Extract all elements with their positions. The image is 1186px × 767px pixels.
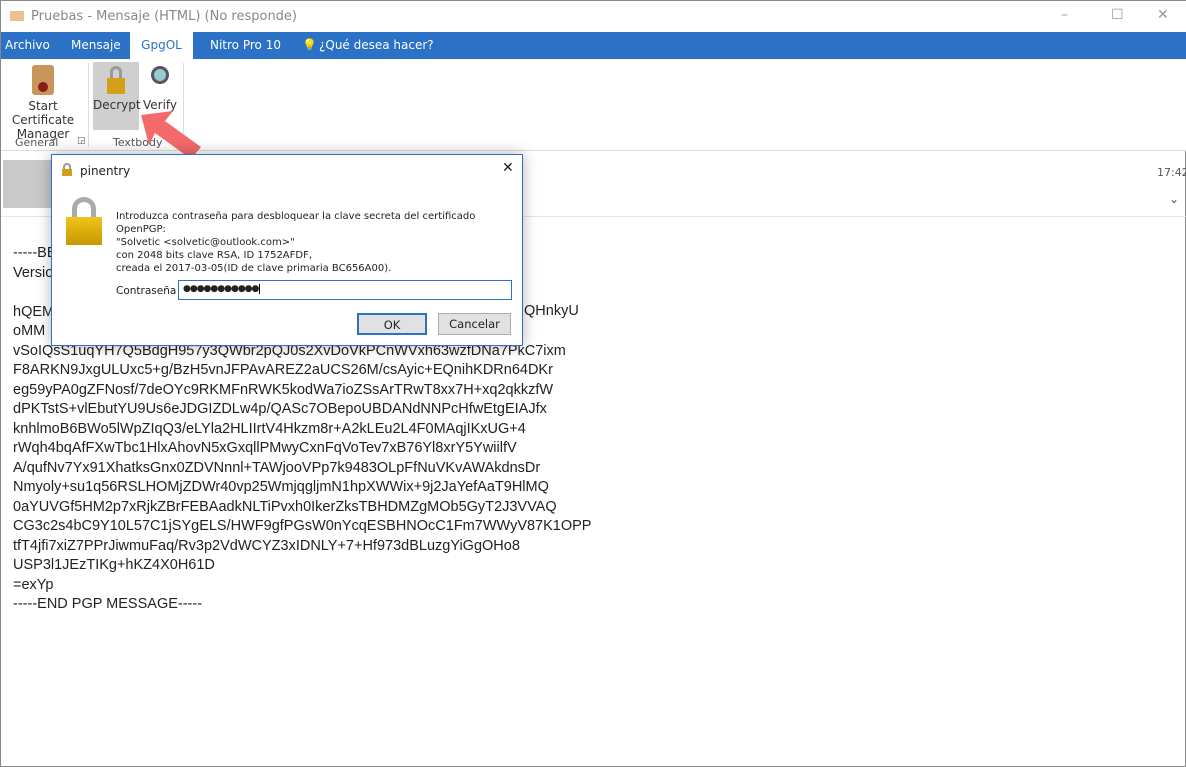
body-line: knhlmoB6BWo5lWpZIqQ3/eLYla2HLIIrtV4Hkzm8… — [13, 420, 526, 437]
large-padlock-icon — [66, 197, 102, 245]
body-line-tail: QHnkyU — [524, 303, 579, 319]
body-line: A/qufNv7Yx91XhatksGnx0ZDVNnnl+TAWjooVPp7… — [13, 459, 541, 476]
group-general-label: General — [15, 136, 59, 149]
tell-me-search[interactable]: ¿Qué desea hacer? — [319, 32, 434, 59]
avatar — [3, 160, 51, 208]
body-line: rWqh4bqAfFXwTbc1HlxAhovN5xGxqllPMwyCxnFq… — [13, 440, 517, 456]
ribbon-tabs: Archivo Mensaje GpgOL Nitro Pro 10 💡 ¿Qu… — [1, 32, 1186, 59]
magnifier-icon — [151, 66, 169, 84]
title-bar: Pruebas - Mensaje (HTML) (No responde) –… — [1, 1, 1186, 32]
password-value: ●●●●●●●●●●● — [183, 284, 259, 294]
close-button[interactable]: ✕ — [1157, 7, 1169, 23]
certificate-icon — [32, 65, 54, 95]
prompt-line: Introduzca contraseña para desbloquear l… — [116, 211, 476, 235]
body-line: F8ARKN9JxgULUxc5+g/BzH5vnJFPAvAREZ2aUCS2… — [13, 362, 553, 378]
body-line: tfT4jfi7xiZ7PPrJiwmuFaq/Rv3p2VdWCYZ3xIDN… — [13, 537, 520, 554]
mail-icon — [10, 11, 24, 21]
password-label: Contraseña — [116, 285, 177, 297]
dialog-close-button[interactable]: ✕ — [502, 160, 514, 176]
dialog-title: pinentry — [80, 164, 131, 178]
prompt-line: "Solvetic <solvetic@outlook.com>" — [116, 237, 295, 248]
maximize-button[interactable]: ☐ — [1111, 7, 1124, 23]
tab-archivo[interactable]: Archivo — [5, 32, 50, 59]
decrypt-button[interactable]: Decrypt — [93, 62, 141, 130]
password-input[interactable]: ●●●●●●●●●●● — [178, 280, 512, 300]
dialog-prompt: Introduzca contraseña para desbloquear l… — [116, 210, 522, 275]
tab-nitro[interactable]: Nitro Pro 10 — [210, 32, 281, 59]
cancel-button[interactable]: Cancelar — [438, 313, 511, 335]
body-line: CG3c2s4bC9Y10L57C1jSYgELS/HWF9gfPGsW0nYc… — [13, 518, 592, 534]
tab-gpgol[interactable]: GpgOL — [130, 32, 193, 59]
message-time: 17:42 — [1157, 166, 1186, 179]
tab-mensaje[interactable]: Mensaje — [71, 32, 121, 59]
window-title: Pruebas - Mensaje (HTML) (No responde) — [31, 9, 298, 24]
body-line: 0aYUVGf5HM2p7xRjkZBrFEBAadkNLTiPvxh0Iker… — [13, 498, 557, 515]
body-line: eg59yPA0gZFNosf/7deOYc9RKMFnRWK5kodWa7io… — [13, 381, 554, 398]
minimize-button[interactable]: – — [1061, 7, 1068, 23]
start-certificate-manager-button[interactable]: Start Certificate Manager — [1, 63, 85, 141]
dialog-launcher-icon[interactable]: ◲ — [77, 136, 86, 146]
pinentry-dialog: pinentry ✕ Introduzca contraseña para de… — [51, 154, 523, 346]
padlock-icon — [107, 66, 125, 94]
prompt-line: creada el 2017-03-05(ID de clave primari… — [116, 263, 392, 274]
body-line: dPKTstS+vlEbutYU9Us6eJDGIZDLw4p/QASc7OBe… — [13, 401, 547, 417]
ok-button[interactable]: OK — [357, 313, 427, 335]
padlock-icon — [62, 163, 72, 176]
verify-button[interactable]: Verify — [141, 62, 179, 112]
prompt-line: con 2048 bits clave RSA, ID 1752AFDF, — [116, 250, 313, 261]
lightbulb-icon: 💡 — [302, 38, 317, 52]
body-line: -----END PGP MESSAGE----- — [13, 596, 203, 612]
body-line: Nmyoly+su1q56RSLHOMjZDWr40vp25WmjqgljmN1… — [13, 479, 549, 495]
body-line: USP3l1JEzTIKg+hKZ4X0H61D — [13, 557, 215, 573]
chevron-down-icon[interactable]: ⌄ — [1169, 192, 1179, 206]
body-line: =exYp — [13, 576, 54, 593]
